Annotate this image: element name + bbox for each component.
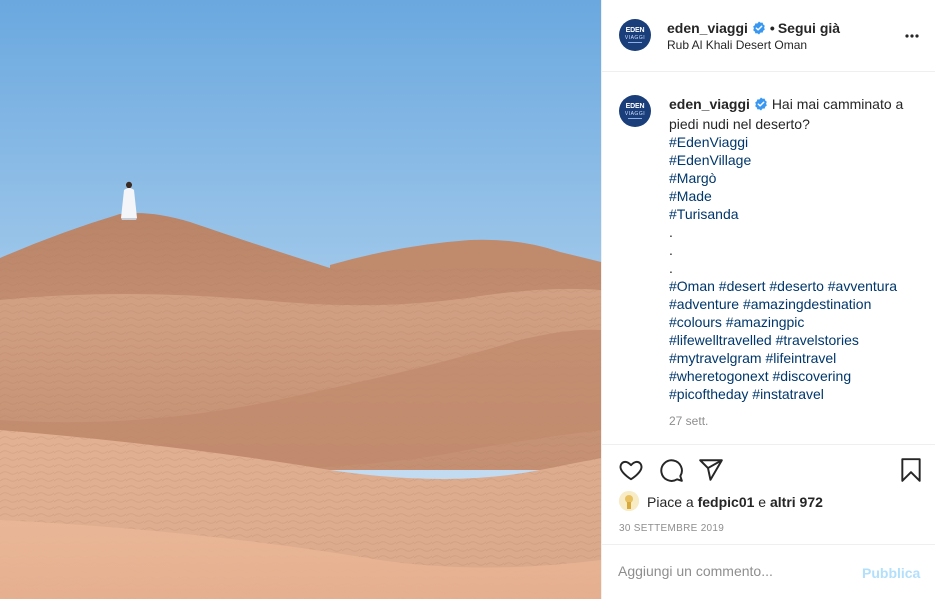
likes-connector: e <box>758 494 767 510</box>
verified-icon <box>752 21 766 38</box>
hashtag-line[interactable]: #colours #amazingpic <box>669 313 919 331</box>
caption-text: eden_viaggi Hai mai camminato a piedi nu… <box>669 95 919 403</box>
avatar-logo-text: EDEN <box>625 27 645 34</box>
hashtag-line[interactable]: #Oman #desert #deserto #avventura <box>669 277 919 295</box>
comment-section: Pubblica <box>602 544 935 599</box>
post-panel: EDEN VIAGGI eden_viaggi • Segui già Rub Al… <box>601 0 935 599</box>
hashtag-line[interactable]: #picoftheday #instatravel <box>669 385 919 403</box>
likes-prefix: Piace a <box>647 494 694 510</box>
caption-username[interactable]: eden_viaggi <box>669 96 750 112</box>
liker-avatar[interactable] <box>619 491 639 511</box>
comment-button[interactable] <box>658 457 684 483</box>
caption-section: EDEN VIAGGI eden_viaggi Hai mai camminat… <box>602 72 935 444</box>
hashtag-line[interactable]: #EdenVillage <box>669 151 919 169</box>
avatar-logo-subtext: VIAGGI <box>624 35 646 41</box>
separator-dot: • <box>769 20 775 36</box>
more-options-button[interactable] <box>904 28 920 44</box>
hashtag-line[interactable]: #mytravelgram #lifeintravel <box>669 349 919 367</box>
desert-image <box>0 0 601 599</box>
following-button[interactable]: Segui già <box>778 20 840 36</box>
comment-icon <box>660 459 683 482</box>
comment-input[interactable] <box>618 563 848 579</box>
caption-dot: . <box>669 242 673 258</box>
hashtag-line[interactable]: #Made <box>669 187 919 205</box>
hashtag-line[interactable]: #Margò <box>669 169 919 187</box>
more-icon <box>905 34 919 38</box>
post-header: EDEN VIAGGI eden_viaggi • Segui già Rub Al… <box>602 0 935 72</box>
caption-timestamp[interactable]: 27 sett. <box>669 414 708 428</box>
avatar-logo-line <box>628 42 642 43</box>
avatar-logo-line <box>628 118 642 119</box>
verified-icon <box>754 97 768 115</box>
hashtag-line[interactable]: #adventure #amazingdestination <box>669 295 919 313</box>
post-date[interactable]: 30 SETTEMBRE 2019 <box>619 523 724 534</box>
avatar-logo-text: EDEN <box>625 103 645 110</box>
heart-icon <box>619 460 643 481</box>
actions-section: Piace a fedpic01 e altri 972 30 SETTEMBR… <box>602 444 935 544</box>
hashtag-line[interactable]: #lifewelltravelled #travelstories <box>669 331 919 349</box>
liker-username[interactable]: fedpic01 <box>698 494 755 510</box>
likes-count-link[interactable]: altri 972 <box>770 494 823 510</box>
save-button[interactable] <box>898 457 924 483</box>
caption-dot: . <box>669 260 673 276</box>
username-link[interactable]: eden_viaggi <box>667 20 748 36</box>
likes-text: Piace a fedpic01 e altri 972 <box>647 494 823 510</box>
caption-first-line: eden_viaggi Hai mai camminato a piedi nu… <box>669 95 919 133</box>
avatar-logo-subtext: VIAGGI <box>624 111 646 117</box>
hashtag-line[interactable]: #wheretogonext #discovering <box>669 367 919 385</box>
like-button[interactable] <box>618 457 644 483</box>
caption-dot: . <box>669 224 673 240</box>
hashtag-line[interactable]: #Turisanda <box>669 205 919 223</box>
share-button[interactable] <box>698 457 724 483</box>
bookmark-icon <box>901 458 921 482</box>
avatar[interactable]: EDEN VIAGGI <box>619 19 651 51</box>
caption-avatar[interactable]: EDEN VIAGGI <box>619 95 651 127</box>
post-comment-button[interactable]: Pubblica <box>862 565 920 581</box>
header-user-row: eden_viaggi • Segui già <box>667 20 840 38</box>
location-link[interactable]: Rub Al Khali Desert Oman <box>667 38 807 52</box>
post-photo[interactable] <box>0 0 601 599</box>
share-icon <box>699 459 723 481</box>
hashtag-line[interactable]: #EdenViaggi <box>669 133 919 151</box>
